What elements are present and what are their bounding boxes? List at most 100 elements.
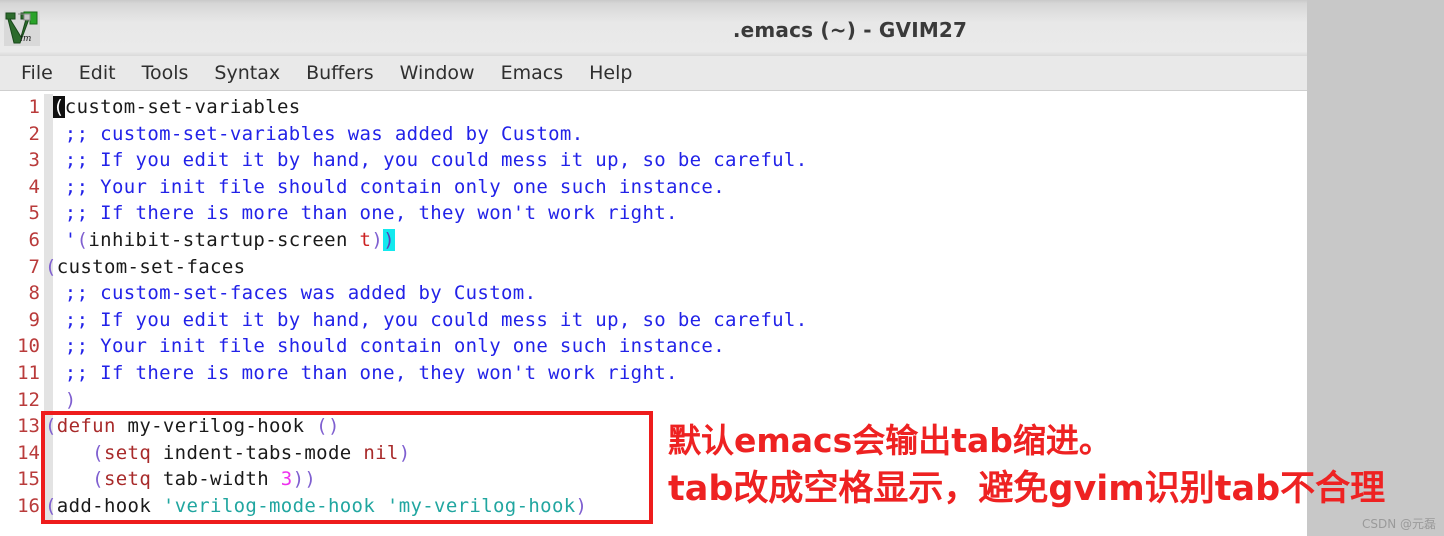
menu-item-help[interactable]: Help (576, 60, 645, 86)
menu-item-syntax[interactable]: Syntax (201, 60, 293, 86)
line-number: 15 (17, 468, 40, 491)
line-content: (defun my-verilog-hook () (45, 413, 340, 440)
line-number: 2 (28, 122, 40, 145)
fold-column (44, 227, 53, 254)
line-content: ;; custom-set-faces was added by Custom. (53, 280, 536, 307)
annotation-line-2: tab改成空格显示，避免gvim识别tab不合理 (668, 469, 1386, 509)
fold-column (44, 333, 53, 360)
token: my-verilog-hook (115, 415, 317, 438)
token-keyword: defun (56, 415, 116, 438)
token: custom-set-variables (64, 96, 301, 118)
code-line[interactable]: 12 ) (0, 386, 1307, 414)
token-matching-paren: ) (383, 229, 395, 251)
token: tab-width (151, 468, 281, 491)
code-line[interactable]: 4 ;; Your init file should contain only … (0, 173, 1307, 201)
token-paren: ) (575, 495, 588, 517)
token-quoted-symbol: 'verilog-mode-hook (162, 495, 376, 517)
line-content: ;; Your init file should contain only on… (53, 333, 725, 360)
annotation-line-1: 默认emacs会输出tab缩进。 (668, 421, 1112, 460)
title-bar: im .emacs (~) - GVIM27 (0, 0, 1307, 57)
line-content: (custom-set-faces (45, 254, 245, 281)
line-number: 3 (28, 149, 40, 172)
fold-column (44, 360, 53, 387)
token-comment: ;; If there is more than one, they won't… (64, 362, 678, 384)
line-content: ;; If there is more than one, they won't… (53, 200, 678, 227)
token-comment: ;; Your init file should contain only on… (64, 175, 725, 198)
fold-column (44, 120, 53, 148)
line-content: (setq indent-tabs-mode nil) (45, 440, 410, 467)
token-paren: ( (92, 468, 104, 491)
token-paren: ) (371, 229, 384, 251)
fold-column (44, 173, 53, 201)
token-paren: ( (45, 495, 57, 517)
code-line[interactable]: 11 ;; If there is more than one, they wo… (0, 360, 1307, 387)
line-content: ;; If you edit it by hand, you could mes… (53, 307, 808, 334)
menu-item-file[interactable]: File (8, 60, 66, 86)
fold-column (44, 147, 53, 174)
code-line[interactable]: 8 ;; custom-set-faces was added by Custo… (0, 280, 1307, 307)
menu-item-emacs[interactable]: Emacs (488, 60, 577, 86)
line-number: 7 (28, 255, 40, 278)
menu-item-edit[interactable]: Edit (66, 60, 129, 86)
token-paren: ( (45, 255, 57, 278)
token-comment: ;; custom-set-variables was added by Cus… (64, 122, 584, 145)
token: custom-set-faces (56, 255, 246, 278)
line-number: 10 (17, 335, 40, 358)
line-number: 9 (28, 308, 40, 331)
token-paren: ( (92, 441, 104, 464)
token-paren: () (316, 415, 340, 438)
code-line[interactable]: 6 '(inhibit-startup-screen t)) (0, 227, 1307, 254)
token-comment: ;; If you edit it by hand, you could mes… (64, 149, 808, 172)
token-comment: ;; Your init file should contain only on… (64, 335, 725, 358)
token-comment: ;; If you edit it by hand, you could mes… (64, 308, 808, 331)
menu-item-buffers[interactable]: Buffers (293, 60, 387, 86)
token-paren: ) (64, 388, 77, 411)
code-line[interactable]: 3 ;; If you edit it by hand, you could m… (0, 147, 1307, 174)
token-paren: ) (398, 441, 411, 464)
code-line[interactable]: 9 ;; If you edit it by hand, you could m… (0, 306, 1307, 334)
line-content: ;; If you edit it by hand, you could mes… (53, 147, 808, 174)
line-content: ;; If there is more than one, they won't… (53, 360, 678, 387)
line-content: ;; custom-set-variables was added by Cus… (53, 121, 584, 148)
token-keyword: setq (103, 441, 152, 464)
code-line[interactable]: 2 ;; custom-set-variables was added by C… (0, 120, 1307, 148)
code-line[interactable]: 5 ;; If there is more than one, they won… (0, 200, 1307, 227)
line-number: 6 (28, 229, 40, 251)
menu-item-window[interactable]: Window (387, 60, 488, 86)
token-const: t (359, 229, 372, 251)
token-paren: ( (45, 415, 57, 438)
line-number: 13 (17, 415, 40, 438)
line-number: 12 (17, 388, 40, 411)
line-number: 4 (28, 175, 40, 198)
line-content: ;; Your init file should contain only on… (53, 174, 725, 201)
code-line[interactable]: 10 ;; Your init file should contain only… (0, 333, 1307, 360)
fold-column (44, 306, 53, 334)
token: indent-tabs-mode (151, 441, 364, 464)
line-content: (custom-set-variables (53, 94, 301, 121)
line-number: 14 (17, 441, 40, 464)
line-content: (add-hook 'verilog-mode-hook 'my-verilog… (45, 493, 587, 520)
token-keyword: setq (103, 468, 152, 491)
fold-column (44, 200, 53, 227)
token-number: 3 (280, 468, 293, 491)
line-content: (setq tab-width 3)) (45, 466, 316, 493)
token-const: nil (363, 441, 399, 464)
line-number: 11 (17, 362, 40, 384)
menu-item-tools[interactable]: Tools (129, 60, 202, 86)
window-title: .emacs (~) - GVIM27 (732, 18, 968, 42)
token-quoted-symbol: 'my-verilog-hook (386, 495, 576, 517)
fold-column (44, 280, 53, 307)
token-quote: ' (64, 229, 77, 251)
fold-column (44, 386, 53, 414)
token-paren: ( (76, 229, 89, 251)
token-paren: )) (292, 468, 317, 491)
code-line[interactable]: 7 (custom-set-faces (0, 253, 1307, 281)
line-content: ) (53, 387, 77, 414)
line-number: 5 (28, 202, 40, 225)
line-number: 8 (28, 282, 40, 305)
menu-bar: File Edit Tools Syntax Buffers Window Em… (0, 56, 1307, 91)
line-number: 16 (17, 495, 40, 517)
code-line[interactable]: 1 (custom-set-variables (0, 94, 1307, 121)
